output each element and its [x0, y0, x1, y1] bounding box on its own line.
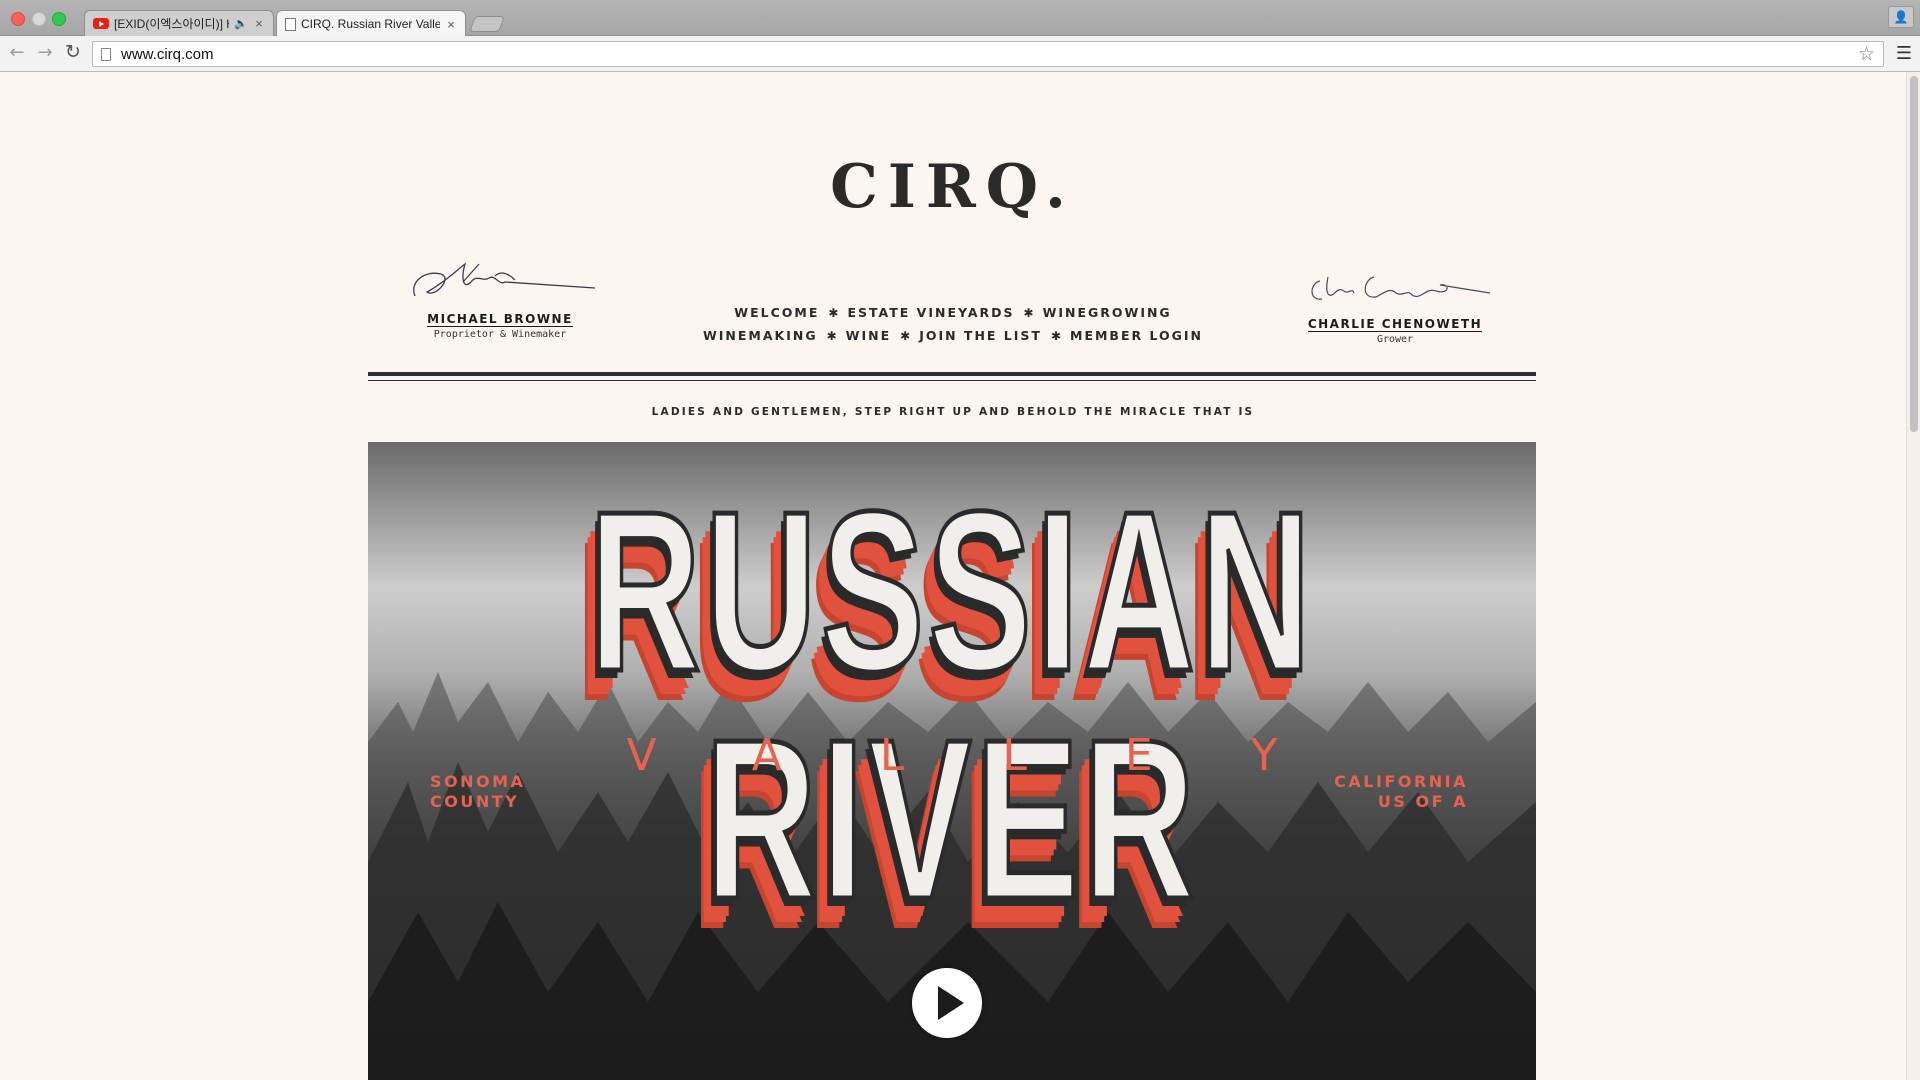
caption-line: US OF A — [1377, 792, 1468, 811]
profile-icon[interactable]: 👤 — [1888, 6, 1914, 28]
nav-join-the-list[interactable]: JOIN THE LIST — [919, 328, 1042, 343]
back-icon[interactable]: ← — [6, 42, 28, 63]
michael-browne-block: MICHAEL BROWNE Proprietor & Winemaker — [405, 252, 595, 340]
tab-cirq[interactable]: CIRQ. Russian River Valley × — [276, 10, 466, 37]
tab-youtube[interactable]: [EXID(이엑스아이디)] HOT 🔈 × — [84, 10, 274, 36]
nav-estate-vineyards[interactable]: ESTATE VINEYARDS — [847, 305, 1014, 320]
close-tab-icon[interactable]: × — [445, 17, 457, 32]
hero-video[interactable]: RUSSIAN RIVER VALLEY SONOMA COUNTY CALIF… — [368, 442, 1536, 1080]
close-tab-icon[interactable]: × — [253, 16, 265, 31]
reload-icon[interactable]: ↻ — [62, 41, 84, 63]
nav-winemaking[interactable]: WINEMAKING — [703, 328, 818, 343]
header-divider — [368, 372, 1536, 376]
main-nav-row-2: WINEMAKING ✱ WINE ✱ JOIN THE LIST ✱ MEMBER LOG… — [700, 325, 1206, 344]
person-role: Proprietor & Winemaker — [433, 329, 567, 340]
caption-line: SONOMA — [430, 772, 526, 791]
speaker-icon[interactable]: 🔈 — [234, 17, 248, 30]
address-bar[interactable]: www.cirq.com ☆ — [92, 41, 1884, 67]
hero-right-caption: CALIFORNIA US OF A — [1334, 772, 1468, 812]
signature-charlie-chenoweth — [1311, 276, 1490, 300]
person-name[interactable]: CHARLIE CHENOWETH — [1307, 317, 1483, 332]
star-separator-icon: ✱ — [828, 306, 839, 320]
close-window-button[interactable] — [11, 12, 25, 26]
nav-member-login[interactable]: MEMBER LOGIN — [1070, 328, 1203, 343]
forward-icon[interactable]: → — [34, 42, 56, 63]
tagline: LADIES AND GENTLEMEN, STEP RIGHT UP AND … — [651, 406, 1255, 418]
new-tab-button[interactable] — [469, 16, 505, 32]
caption-line: CALIFORNIA — [1334, 772, 1468, 791]
tab-title: [EXID(이엑스아이디)] HOT — [114, 17, 229, 31]
caption-line: COUNTY — [430, 792, 520, 811]
tab-strip: [EXID(이엑스아이디)] HOT 🔈 × CIRQ. Russian Riv… — [0, 0, 1920, 37]
signature-michael-browne — [413, 262, 595, 297]
star-separator-icon: ✱ — [1023, 306, 1034, 320]
hero-title: RUSSIAN RIVER — [587, 465, 1316, 947]
hero-left-caption: SONOMA COUNTY — [430, 772, 525, 812]
page-scrollbar[interactable] — [1906, 72, 1920, 1080]
zoom-window-button[interactable] — [52, 12, 66, 26]
star-separator-icon: ✱ — [826, 329, 837, 343]
play-button-icon[interactable] — [912, 968, 982, 1038]
url-text[interactable]: www.cirq.com — [121, 46, 214, 63]
header-divider-thin — [368, 380, 1536, 381]
site-logo[interactable]: CIRQ. — [0, 152, 1906, 222]
youtube-icon — [93, 18, 109, 29]
minimize-window-button[interactable] — [32, 12, 46, 26]
menu-icon[interactable]: ☰ — [1896, 43, 1912, 64]
star-separator-icon: ✱ — [900, 329, 911, 343]
browser-toolbar: ← → ↻ www.cirq.com ☆ ☰ — [0, 36, 1920, 72]
scrollbar-thumb[interactable] — [1910, 76, 1918, 432]
person-role: Grower — [1376, 334, 1414, 345]
page-info-icon[interactable] — [101, 47, 111, 61]
main-nav-row-1: WELCOME ✱ ESTATE VINEYARDS ✱ WINEGROWING — [700, 302, 1206, 321]
page-icon — [285, 17, 296, 31]
nav-wine[interactable]: WINE — [846, 328, 891, 343]
person-name[interactable]: MICHAEL BROWNE — [427, 312, 573, 327]
nav-winegrowing[interactable]: WINEGROWING — [1043, 305, 1172, 320]
bookmark-star-icon[interactable]: ☆ — [1858, 43, 1875, 66]
charlie-chenoweth-block: CHARLIE CHENOWETH Grower — [1300, 257, 1490, 345]
nav-welcome[interactable]: WELCOME — [734, 305, 819, 320]
star-separator-icon: ✱ — [1050, 329, 1062, 343]
page-viewport: CIRQ. MICHAEL BROWNE Proprietor & Winema… — [0, 72, 1906, 1080]
tab-title: CIRQ. Russian River Valley — [301, 17, 440, 31]
